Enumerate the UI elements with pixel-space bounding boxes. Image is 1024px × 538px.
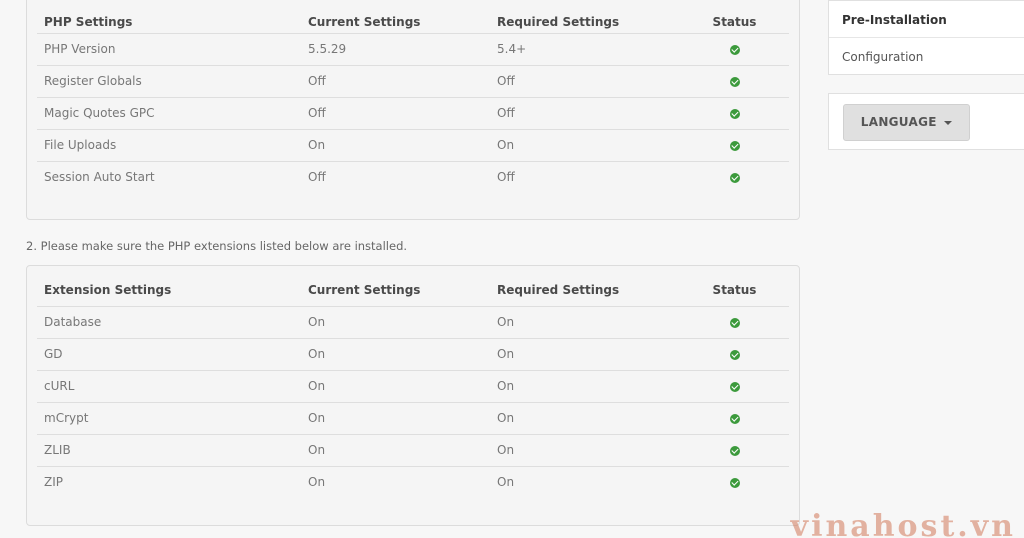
current-setting: 5.5.29 <box>301 33 490 66</box>
table-header-row: PHP Settings Current Settings Required S… <box>37 0 789 34</box>
table-row: Database On On <box>37 306 789 339</box>
status-cell <box>680 466 789 498</box>
current-setting: Off <box>308 170 326 185</box>
setting-name: ZIP <box>44 475 63 490</box>
required-setting: On <box>490 129 680 162</box>
php-settings-panel: PHP Settings Current Settings Required S… <box>26 0 800 220</box>
table-row: Register Globals Off Off <box>37 65 789 98</box>
required-setting: On <box>490 338 680 371</box>
table-row: Magic Quotes GPC Off Off <box>37 97 789 130</box>
check-circle-icon <box>729 44 740 55</box>
status-cell <box>680 306 789 339</box>
php-settings-table: PHP Settings Current Settings Required S… <box>37 0 789 193</box>
status-cell <box>680 33 789 66</box>
table-row: cURL On On <box>37 370 789 403</box>
current-setting: Off <box>301 97 490 130</box>
table-row: File Uploads On On <box>37 129 789 162</box>
required-setting: On <box>490 306 680 339</box>
setting-name: Session Auto Start <box>44 170 155 185</box>
column-header: Required Settings <box>490 0 680 34</box>
table-row: ZIP On On <box>37 466 789 498</box>
current-setting: On <box>301 370 490 403</box>
table-row: ZLIB On On <box>37 434 789 467</box>
required-setting: On <box>490 370 680 403</box>
installation-steps: Pre-Installation Configuration <box>828 0 1024 75</box>
status-cell <box>680 402 789 435</box>
required-setting: 5.4+ <box>490 33 680 66</box>
setting-name: cURL <box>37 370 301 403</box>
current-setting: On <box>301 338 490 371</box>
status-cell <box>680 338 789 371</box>
check-circle-icon <box>729 76 740 87</box>
setting-name: Register Globals <box>37 65 301 98</box>
status-cell <box>680 129 789 162</box>
current-setting: On <box>301 129 490 162</box>
extension-settings-table: Extension Settings Current Settings Requ… <box>37 266 789 498</box>
required-setting: On <box>497 475 515 490</box>
column-header: Required Settings <box>490 266 680 307</box>
status-cell <box>680 161 789 193</box>
required-setting: On <box>490 434 680 467</box>
table-header-row: Extension Settings Current Settings Requ… <box>37 266 789 307</box>
setting-name: GD <box>37 338 301 371</box>
check-circle-icon <box>729 349 740 360</box>
language-panel: LANGUAGE <box>828 93 1024 150</box>
column-header: Current Settings <box>301 266 490 307</box>
required-setting: Off <box>490 97 680 130</box>
check-circle-icon <box>729 108 740 119</box>
current-setting: On <box>301 434 490 467</box>
column-header: Current Settings <box>301 0 490 34</box>
watermark-logo: vinahost.vn <box>790 509 1016 538</box>
setting-name: mCrypt <box>37 402 301 435</box>
setting-name: Magic Quotes GPC <box>37 97 301 130</box>
setting-name: File Uploads <box>37 129 301 162</box>
column-header: Status <box>680 0 789 34</box>
current-setting: On <box>301 402 490 435</box>
current-setting: On <box>301 306 490 339</box>
table-row: Session Auto Start Off Off <box>37 161 789 193</box>
column-header: Extension Settings <box>37 266 301 307</box>
table-row: mCrypt On On <box>37 402 789 435</box>
table-row: GD On On <box>37 338 789 371</box>
step-pre-installation[interactable]: Pre-Installation <box>829 1 1024 38</box>
check-circle-icon <box>729 413 740 424</box>
language-button-label: LANGUAGE <box>860 115 937 129</box>
table-row: PHP Version 5.5.29 5.4+ <box>37 33 789 66</box>
status-cell <box>680 370 789 403</box>
check-circle-icon <box>729 445 740 456</box>
current-setting: Off <box>301 65 490 98</box>
step-configuration[interactable]: Configuration <box>829 38 1024 75</box>
language-button[interactable]: LANGUAGE <box>843 104 970 141</box>
status-cell <box>680 434 789 467</box>
current-setting: On <box>308 475 326 490</box>
required-setting: On <box>490 402 680 435</box>
extensions-note: 2. Please make sure the PHP extensions l… <box>26 239 408 253</box>
check-circle-icon <box>729 381 740 392</box>
check-circle-icon <box>729 477 740 488</box>
column-header: Status <box>680 266 789 307</box>
required-setting: Off <box>490 65 680 98</box>
check-circle-icon <box>729 317 740 328</box>
setting-name: ZLIB <box>37 434 301 467</box>
setting-name: PHP Version <box>37 33 301 66</box>
required-setting: Off <box>497 170 515 185</box>
check-circle-icon <box>729 140 740 151</box>
extension-settings-panel: Extension Settings Current Settings Requ… <box>26 265 800 526</box>
status-cell <box>680 97 789 130</box>
check-circle-icon <box>729 172 740 183</box>
status-cell <box>680 65 789 98</box>
caret-down-icon <box>944 120 953 125</box>
column-header: PHP Settings <box>37 0 301 34</box>
setting-name: Database <box>37 306 301 339</box>
